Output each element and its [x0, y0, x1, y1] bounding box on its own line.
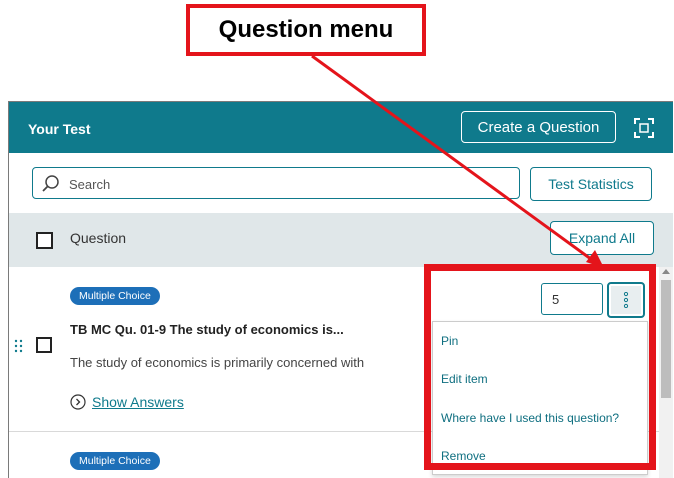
create-question-button[interactable]: Create a Question	[461, 111, 616, 143]
search-icon	[42, 175, 59, 192]
menu-highlight-box	[424, 264, 656, 470]
question-type-badge: Multiple Choice	[70, 287, 160, 305]
question-checkbox[interactable]	[36, 337, 52, 353]
select-all-checkbox[interactable]	[36, 232, 53, 249]
expand-all-button[interactable]: Expand All	[550, 221, 654, 255]
scrollbar[interactable]	[659, 267, 673, 478]
question-description: The study of economics is primarily conc…	[70, 355, 365, 370]
panel-title: Your Test	[28, 121, 91, 137]
test-statistics-button[interactable]: Test Statistics	[530, 167, 652, 201]
drag-handle-icon[interactable]	[14, 339, 24, 353]
chevron-right-circle-icon	[70, 394, 86, 410]
search-box[interactable]	[32, 167, 520, 200]
fullscreen-icon[interactable]	[633, 117, 655, 139]
show-answers-link[interactable]: Show Answers	[92, 394, 184, 410]
question-type-badge: Multiple Choice	[70, 452, 160, 470]
scroll-up-arrow[interactable]	[662, 269, 670, 274]
question-title: TB MC Qu. 01-9 The study of economics is…	[70, 322, 344, 337]
scroll-thumb[interactable]	[661, 280, 671, 398]
search-input[interactable]	[67, 168, 511, 200]
callout-text: Question menu	[218, 16, 394, 43]
callout-label: Question menu	[186, 4, 426, 56]
column-header: Question Expand All	[9, 213, 673, 267]
question-column-label: Question	[70, 230, 127, 246]
show-answers-toggle[interactable]: Show Answers	[70, 394, 184, 410]
search-row: Test Statistics	[9, 153, 673, 213]
panel-header: Your Test Create a Question	[9, 102, 673, 153]
